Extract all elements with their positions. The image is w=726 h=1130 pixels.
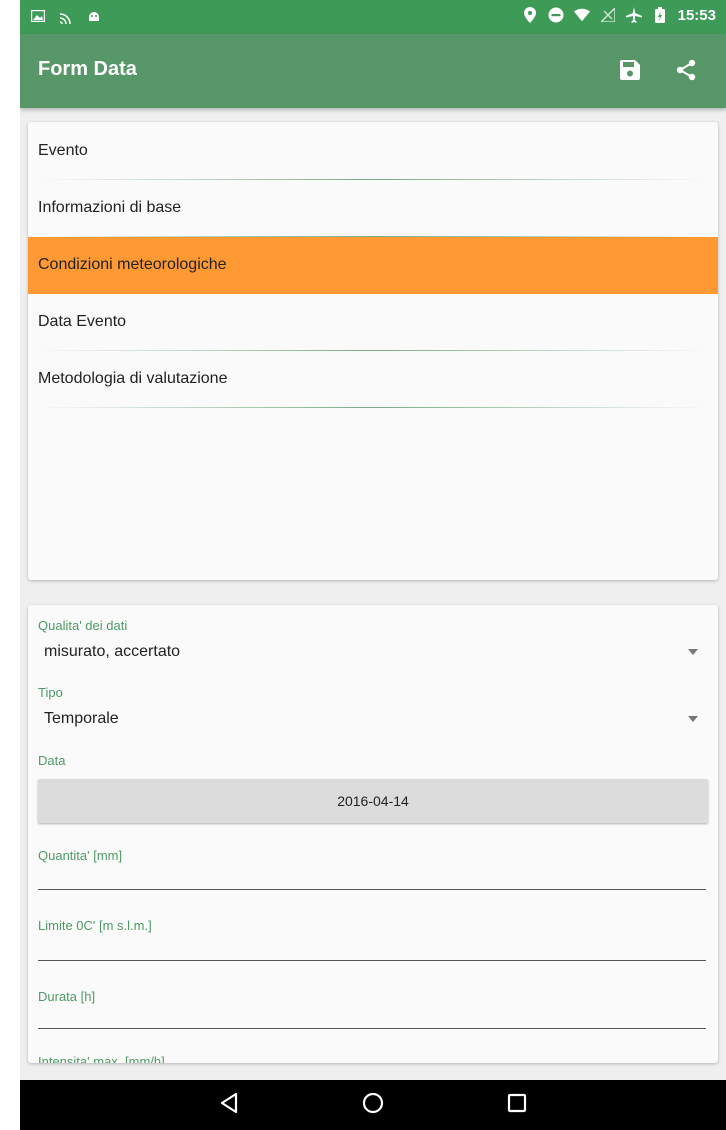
cast-icon — [58, 7, 74, 25]
tipo-dropdown[interactable]: Temporale — [36, 704, 708, 736]
signal-icon — [600, 6, 616, 24]
android-icon — [86, 7, 102, 25]
app-screen: 15:53 Form Data Evento Informazioni di b… — [20, 0, 726, 1130]
back-button[interactable] — [215, 1091, 243, 1119]
home-button[interactable] — [359, 1091, 387, 1119]
section-item-data-evento[interactable]: Data Evento — [28, 294, 718, 351]
tipo-label: Tipo — [38, 685, 63, 700]
form-panel: Qualita' dei dati misurato, accertato Ti… — [28, 605, 718, 1063]
qualita-dropdown[interactable]: misurato, accertato — [36, 637, 708, 669]
durata-field[interactable] — [38, 994, 706, 1029]
home-icon — [362, 1092, 384, 1119]
qualita-value: misurato, accertato — [44, 643, 181, 660]
section-item-label: Data Evento — [38, 313, 127, 330]
qualita-label: Qualita' dei dati — [38, 618, 128, 633]
section-item-label: Evento — [38, 142, 88, 159]
share-icon — [675, 59, 697, 86]
status-bar: 15:53 — [20, 0, 726, 34]
back-icon — [219, 1092, 239, 1119]
section-item-evento[interactable]: Evento — [28, 123, 718, 180]
status-time: 15:53 — [677, 6, 716, 24]
airplane-icon — [625, 6, 642, 24]
section-item-label: Informazioni di base — [38, 199, 182, 216]
divider — [38, 407, 708, 408]
app-toolbar: Form Data — [20, 34, 726, 108]
limite-field[interactable] — [38, 926, 706, 961]
quantita-field[interactable] — [38, 855, 706, 890]
section-item-condizioni-meteorologiche[interactable]: Condizioni meteorologiche — [28, 237, 718, 294]
do-not-disturb-icon — [548, 6, 564, 24]
save-icon — [619, 59, 641, 86]
date-picker-button[interactable]: 2016-04-14 — [38, 779, 708, 823]
recents-icon — [507, 1093, 527, 1118]
section-item-label: Condizioni meteorologiche — [38, 256, 227, 273]
navigation-bar — [20, 1080, 726, 1130]
tipo-value: Temporale — [44, 710, 119, 727]
section-item-metodologia-di-valutazione[interactable]: Metodologia di valutazione — [28, 351, 718, 408]
wifi-icon — [573, 6, 590, 24]
section-item-informazioni-di-base[interactable]: Informazioni di base — [28, 180, 718, 237]
share-button[interactable] — [672, 58, 700, 86]
data-label: Data — [38, 753, 66, 768]
dropdown-arrow-icon — [688, 649, 698, 655]
toolbar-title: Form Data — [38, 58, 137, 80]
intensita-label: Intensita' max. [mm/h] — [38, 1054, 165, 1063]
recents-button[interactable] — [503, 1091, 531, 1119]
battery-icon — [652, 6, 668, 24]
location-icon — [522, 6, 538, 24]
dropdown-arrow-icon — [688, 716, 698, 722]
section-item-label: Metodologia di valutazione — [38, 370, 228, 387]
image-icon — [30, 7, 46, 25]
section-list: Evento Informazioni di base Condizioni m… — [28, 122, 718, 580]
save-button[interactable] — [616, 58, 644, 86]
